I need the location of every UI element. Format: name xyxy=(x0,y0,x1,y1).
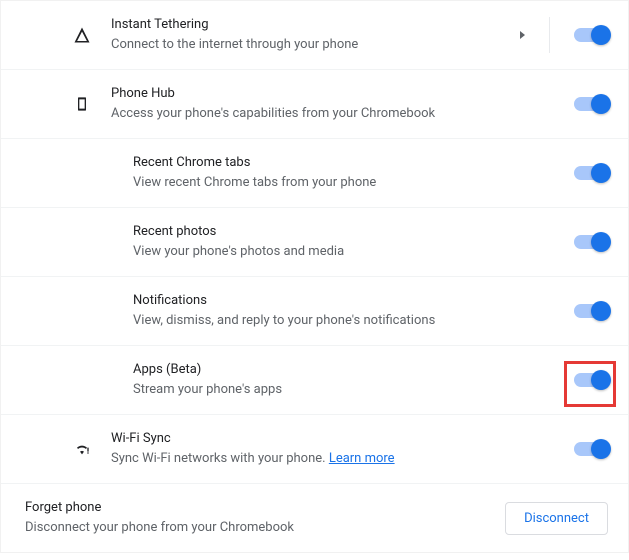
row-desc: Sync Wi-Fi networks with your phone. Lea… xyxy=(111,449,574,469)
row-desc: View your phone's photos and media xyxy=(133,242,574,262)
toggle-notifications[interactable] xyxy=(574,304,608,318)
row-title: Instant Tethering xyxy=(111,15,520,35)
row-desc: Access your phone's capabilities from yo… xyxy=(111,104,574,124)
disconnect-button[interactable]: Disconnect xyxy=(505,502,608,535)
separator xyxy=(549,17,550,53)
row-recent-photos[interactable]: Recent photos View your phone's photos a… xyxy=(1,208,628,277)
learn-more-link[interactable]: Learn more xyxy=(329,451,395,466)
toggle-recent-tabs[interactable] xyxy=(574,166,608,180)
footer-desc: Disconnect your phone from your Chromebo… xyxy=(25,518,505,538)
row-instant-tethering[interactable]: Instant Tethering Connect to the interne… xyxy=(1,1,628,70)
row-desc: View, dismiss, and reply to your phone's… xyxy=(133,311,574,331)
wifi-icon xyxy=(1,441,111,457)
row-desc: View recent Chrome tabs from your phone xyxy=(133,173,574,193)
row-desc: Connect to the internet through your pho… xyxy=(111,35,520,55)
footer: Forget phone Disconnect your phone from … xyxy=(1,483,628,552)
row-title: Phone Hub xyxy=(111,84,574,104)
row-phone-hub[interactable]: Phone Hub Access your phone's capabiliti… xyxy=(1,70,628,139)
row-wifi-sync[interactable]: Wi-Fi Sync Sync Wi-Fi networks with your… xyxy=(1,415,628,483)
row-title: Apps (Beta) xyxy=(133,360,574,380)
settings-panel: Instant Tethering Connect to the interne… xyxy=(0,0,629,553)
toggle-wifi-sync[interactable] xyxy=(574,442,608,456)
row-recent-tabs[interactable]: Recent Chrome tabs View recent Chrome ta… xyxy=(1,139,628,208)
chevron-right-icon xyxy=(520,31,525,39)
wifi-sync-desc-text: Sync Wi-Fi networks with your phone. xyxy=(111,451,329,466)
row-desc: Stream your phone's apps xyxy=(133,380,574,400)
row-title: Notifications xyxy=(133,291,574,311)
phone-icon xyxy=(1,95,111,113)
signal-icon xyxy=(1,26,111,44)
toggle-phone-hub[interactable] xyxy=(574,97,608,111)
toggle-recent-photos[interactable] xyxy=(574,235,608,249)
row-title: Recent Chrome tabs xyxy=(133,153,574,173)
footer-title: Forget phone xyxy=(25,498,505,518)
toggle-apps-beta[interactable] xyxy=(574,373,608,387)
row-apps-beta[interactable]: Apps (Beta) Stream your phone's apps xyxy=(1,346,628,415)
row-title: Recent photos xyxy=(133,222,574,242)
row-notifications[interactable]: Notifications View, dismiss, and reply t… xyxy=(1,277,628,346)
row-title: Wi-Fi Sync xyxy=(111,429,574,449)
toggle-instant-tethering[interactable] xyxy=(574,28,608,42)
